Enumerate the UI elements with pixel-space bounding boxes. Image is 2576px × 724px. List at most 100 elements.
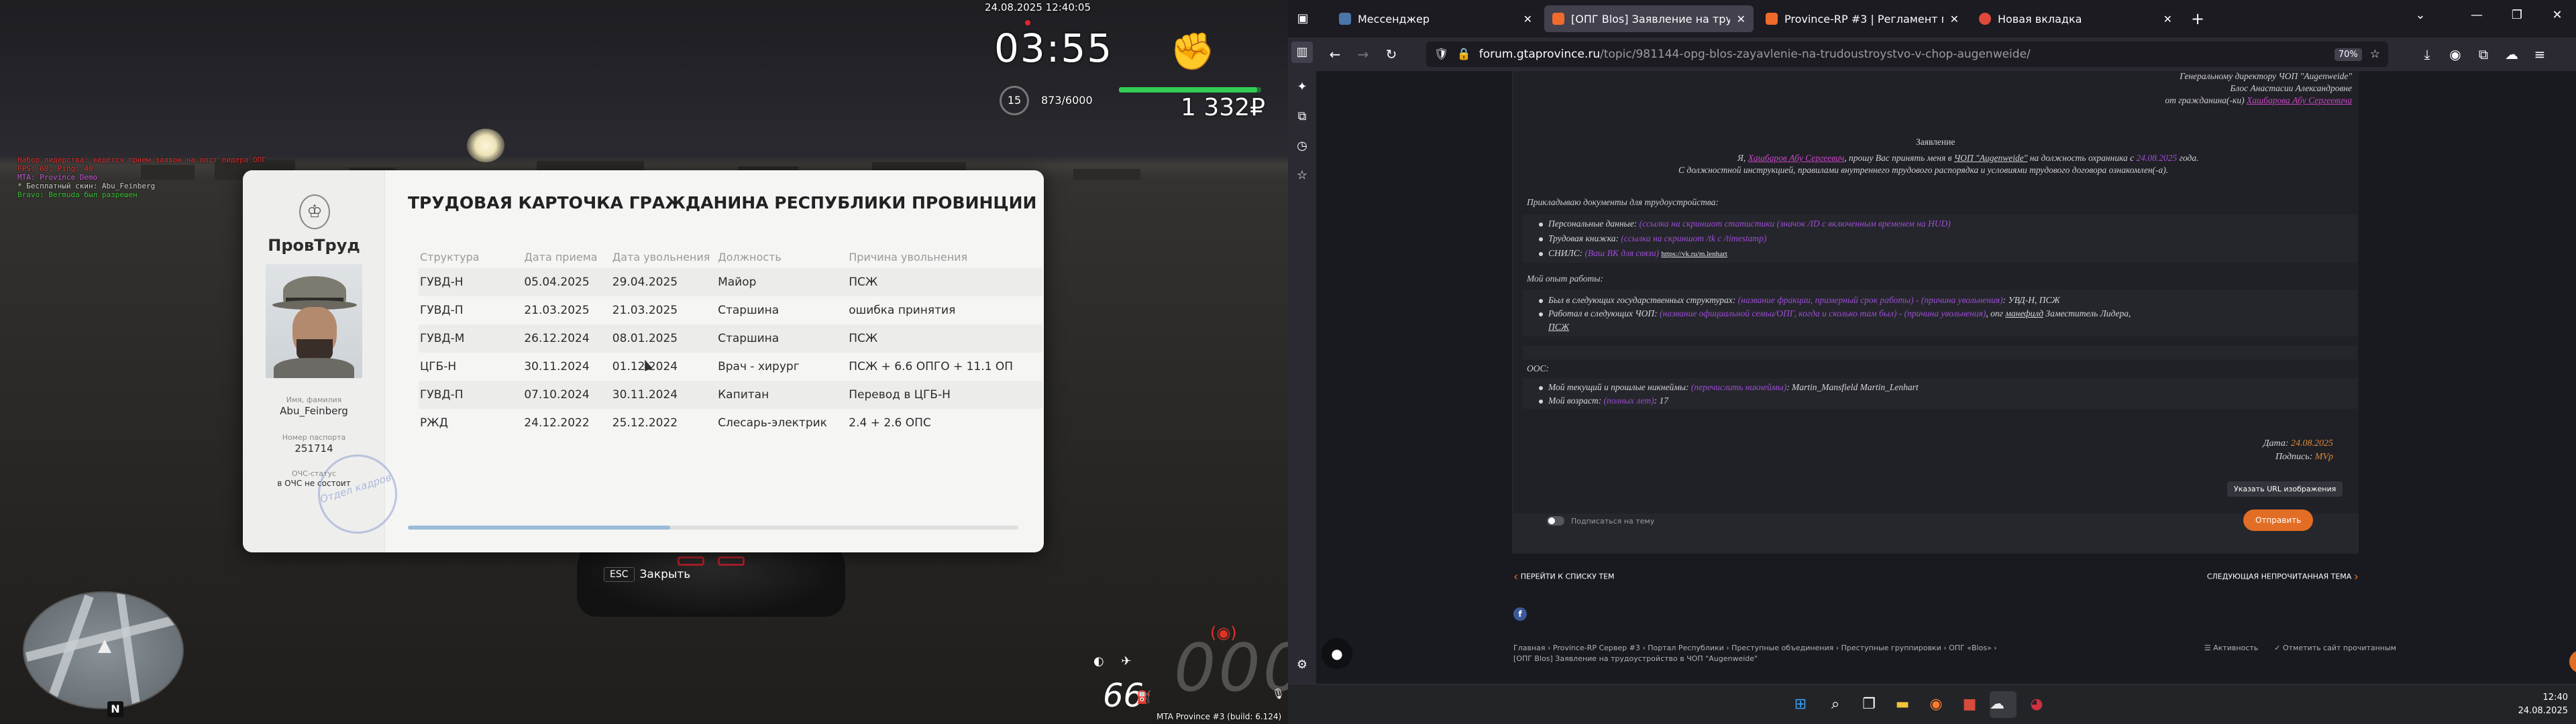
close-tab-icon[interactable]: ✕ <box>2163 13 2172 25</box>
letter-line-1: Я, Хашбаров Абу Сергеевич, прошу Вас при… <box>1737 153 2198 164</box>
app-icon[interactable]: ■ <box>1956 691 1983 718</box>
health-bar <box>1119 87 1261 93</box>
ooc-age: Мой возраст: (полных лет): 17 <box>1539 396 1668 406</box>
reload-icon[interactable]: ↻ <box>1381 44 1402 65</box>
close-label[interactable]: Закрыть <box>640 568 691 581</box>
hud-time: 03:55 <box>994 25 1114 71</box>
breadcrumb[interactable]: Главная › Province-RP Сервер #3 › Портал… <box>1513 644 1997 652</box>
letter-title: Заявление <box>1916 137 1955 147</box>
extensions-icon[interactable]: ⧉ <box>2473 44 2494 65</box>
sidebar-toggle-icon[interactable]: ▥ <box>1291 42 1313 63</box>
cell: ПСЖ <box>849 276 878 289</box>
money-counter: 1 332₽ <box>1181 94 1265 121</box>
tab-new[interactable]: Новая вкладка ✕ <box>1971 5 2180 32</box>
extension-icon[interactable]: ☁ <box>2501 44 2522 65</box>
table-row: ГУВД-П 07.10.2024 30.11.2024 Капитан Перевод… <box>419 381 1042 409</box>
close-window-icon[interactable]: ✕ <box>2546 8 2568 22</box>
speedometer: 000 (◉) ◐ ✈ 66 ⛽ <box>1087 623 1288 724</box>
start-button-icon[interactable]: ⊞ <box>1787 691 1814 718</box>
mta-icon[interactable]: ☁ <box>1990 691 2017 718</box>
esc-key[interactable]: ESC <box>604 567 635 582</box>
lock-icon[interactable]: 🔒 <box>1457 48 1471 61</box>
ai-chat-icon[interactable]: ✦ <box>1291 76 1313 98</box>
name-label: Имя, фамилия <box>286 396 342 404</box>
bookmarks-icon[interactable]: ☆ <box>1291 165 1313 186</box>
chat-bubble-icon[interactable]: ● <box>1322 638 1352 669</box>
scroll-top-icon[interactable]: ⌃ <box>2569 650 2576 673</box>
back-to-topics-link[interactable]: ‹ ПЕРЕЙТИ К СПИСКУ ТЕМ <box>1513 570 1615 584</box>
toggle-switch[interactable] <box>1547 516 1564 526</box>
footer-actions: ☰ Активность ✓ Отметить сайт прочитанным <box>2204 644 2396 652</box>
letter-header-3: от гражданина(-ки) Хашбарова Абу Сергеев… <box>2165 95 2352 106</box>
desktop: Набор лидерства: ведётся прием заявок на… <box>0 0 2576 724</box>
close-tab-icon[interactable]: ✕ <box>1523 13 1532 25</box>
address-bar[interactable]: 🛡 🔒 forum.gtaprovince.ru/topic/981144-op… <box>1426 42 2388 67</box>
game-launcher-icon[interactable]: ◕ <box>2023 691 2050 718</box>
fist-icon: ✊ <box>1170 30 1216 72</box>
text: MVp <box>2314 452 2333 462</box>
card-scrollbar[interactable] <box>408 526 1018 530</box>
vk-link[interactable]: https://vk.ru/m.lenhart <box>1661 250 1727 258</box>
cell: 26.12.2024 <box>524 332 590 345</box>
task-view-icon[interactable]: ❐ <box>1856 691 1882 718</box>
tab-application[interactable]: [ОПГ Blos] Заявление на трудоустройство … <box>1544 5 1754 32</box>
vehicle-status-icons: ◐ ✈ <box>1093 654 1138 668</box>
minimize-icon[interactable]: — <box>2466 8 2487 22</box>
send-button[interactable]: Отправить <box>2243 509 2314 531</box>
scrollbar-thumb[interactable] <box>408 526 671 530</box>
tab-messenger[interactable]: Мессенджер ✕ <box>1331 5 1540 32</box>
tab-groups-icon[interactable]: ▣ <box>1292 8 1313 29</box>
cell: Перевод в ЦГБ-Н <box>849 388 951 402</box>
text: Я, <box>1737 153 1748 163</box>
zoom-level[interactable]: 70% <box>2334 48 2362 61</box>
list-tabs-icon[interactable]: ⌄ <box>2410 8 2431 22</box>
history-icon[interactable]: ◷ <box>1291 135 1313 157</box>
col-dismissal-date: Дата увольнения <box>612 250 710 263</box>
subscribe-toggle[interactable]: Подписаться на тему <box>1547 516 1654 526</box>
forward-icon[interactable]: → <box>1352 44 1374 65</box>
menu-icon[interactable]: ≡ <box>2529 44 2551 65</box>
cell: 24.12.2022 <box>524 416 590 430</box>
search-icon[interactable]: ⌕ <box>1822 691 1849 718</box>
cell: 21.03.2025 <box>612 304 678 317</box>
text: (название фракции, примерный срок работы… <box>1737 295 2003 305</box>
reply-editor[interactable]: Генеральному директору ЧОП "Augenweide" … <box>1513 71 2359 514</box>
letter-header-1: Генеральному директору ЧОП "Augenweide" <box>2180 71 2352 81</box>
sidebar-settings-icon[interactable]: ⚙ <box>1291 654 1313 676</box>
exp-chop-reason: ПСЖ <box>1548 322 1570 332</box>
cell: 21.03.2025 <box>524 304 590 317</box>
close-tab-icon[interactable]: ✕ <box>1737 13 1746 25</box>
next-unread-link[interactable]: СЛЕДУЮЩАЯ НЕПРОЧИТАННАЯ ТЕМА › <box>2207 570 2359 584</box>
new-tab-button[interactable]: + <box>2187 8 2208 29</box>
level-badge: 15 <box>1000 86 1029 115</box>
synced-tabs-icon[interactable]: ⧉ <box>1291 106 1313 127</box>
close-tab-icon[interactable]: ✕ <box>1950 13 1959 25</box>
table-row: ГУВД-Н 05.04.2025 29.04.2025 Майор ПСЖ <box>419 268 1042 296</box>
game-window: Набор лидерства: ведётся прием заявок на… <box>0 0 1288 724</box>
system-clock[interactable]: 12:40 24.08.2025 <box>2518 691 2568 718</box>
hud-date: 24.08.2025 12:40:05 <box>985 1 1091 13</box>
close-hint[interactable]: ESC Закрыть <box>604 567 690 582</box>
downloads-icon[interactable]: ⤓ <box>2416 44 2438 65</box>
minimap <box>23 591 184 709</box>
brake-warning-icon: (◉) <box>1210 623 1237 642</box>
cell: Слесарь-электрик <box>718 416 827 430</box>
facebook-share-icon[interactable]: f <box>1513 607 1527 621</box>
activity-link[interactable]: ☰ Активность <box>2204 644 2258 652</box>
firefox-icon[interactable]: ◉ <box>1923 691 1949 718</box>
url-text[interactable]: forum.gtaprovince.ru/topic/981144-opg-bl… <box>1479 48 2326 61</box>
account-icon[interactable]: ◉ <box>2445 44 2466 65</box>
tab-reglament[interactable]: Province-RP #3 | Регламент проведения ✕ <box>1758 5 1967 32</box>
file-explorer-icon[interactable]: ▬ <box>1889 691 1916 718</box>
back-icon[interactable]: ← <box>1324 44 1346 65</box>
subscribe-label: Подписаться на тему <box>1571 516 1655 526</box>
maximize-icon[interactable]: ❐ <box>2506 8 2528 22</box>
ooc-block: Мой текущий и прошлые никнеймы: (перечис… <box>1523 378 2357 409</box>
coat-of-arms-icon: ♔ <box>299 194 330 229</box>
shield-icon[interactable]: 🛡 <box>1434 48 1449 61</box>
text: Заместитель Лидера, <box>2043 308 2131 318</box>
mark-read-link[interactable]: ✓ Отметить сайт прочитанным <box>2274 644 2396 652</box>
tab-bar: ▣ Мессенджер ✕ [ОПГ Blos] Заявление на т… <box>1288 0 2576 38</box>
insert-image-url-button[interactable]: Указать URL изображения <box>2227 481 2343 497</box>
bookmark-star-icon[interactable]: ☆ <box>2370 48 2380 61</box>
